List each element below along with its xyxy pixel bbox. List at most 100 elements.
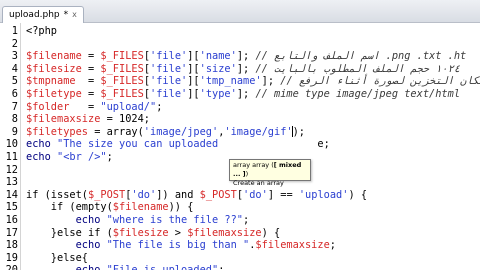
code-line[interactable]: 10 echo "The size you can uploaded e;	[0, 138, 480, 151]
code-token: 'file'	[150, 75, 188, 88]
code-line[interactable]: 6 $filetype = $_FILES['file']['type']; //…	[0, 88, 480, 101]
code-text: echo "File is uploaded";	[26, 264, 225, 270]
code-line[interactable]: 15 if (empty($filename)) {	[0, 201, 480, 214]
code-line[interactable]: 1 <?php	[0, 25, 480, 38]
code-token: ) {	[261, 226, 281, 239]
code-line[interactable]: 7 $folder = "upload/";	[0, 101, 480, 114]
line-number: 19	[5, 251, 18, 264]
code-token: $filemaxsize	[187, 226, 262, 239]
code-token: 'image/gif'	[224, 125, 293, 138]
code-token: =	[81, 62, 101, 75]
code-token: echo	[26, 138, 57, 151]
code-token: "<br />"	[57, 151, 107, 163]
code-token: $folder	[26, 100, 70, 113]
line-number: 1	[11, 25, 18, 37]
code-line[interactable]: 8 $filemaxsize = 1024;	[0, 113, 480, 126]
code-text: $filetypes = array('image/jpeg','image/g…	[26, 126, 305, 139]
code-line[interactable]: 3 $filename = $_FILES['file']['name']; //…	[0, 50, 480, 63]
tooltip-signature: array array ([ mixed ... ])	[233, 161, 302, 178]
code-token: "File is uploaded"	[107, 264, 219, 270]
code-token: =	[81, 50, 101, 63]
code-hint-tooltip: array array ([ mixed ... ]) Create an ar…	[229, 159, 311, 187]
code-text: if (isset($_POST['do']) and $_POST['do']…	[26, 189, 367, 202]
code-line[interactable]: 17 }else if ($filesize > $filemaxsize) {	[0, 227, 480, 240]
code-text: $folder = "upload/";	[26, 101, 162, 114]
code-line[interactable]: 5 $tmpname = $_FILES['file']['tmp_name'];…	[0, 75, 480, 88]
code-token: if (isset(	[26, 188, 88, 201]
code-token: ][	[187, 50, 200, 63]
code-token: "The file is big than "	[106, 239, 250, 252]
code-text: $tmpname = $_FILES['file']['tmp_name']; …	[26, 75, 480, 88]
code-line[interactable]: 19 }else{	[0, 252, 480, 265]
code-token: ];	[236, 88, 256, 100]
code-text: echo "The file is big than ".$filemaxsiz…	[26, 239, 336, 252]
line-number: 3	[11, 50, 18, 63]
code-token: }else{	[26, 251, 88, 264]
code-token: ]) and	[156, 188, 200, 201]
tab-upload-php[interactable]: upload.php * x	[2, 6, 84, 23]
code-token: $filemaxsize	[26, 113, 101, 126]
code-line[interactable]: 9 $filetypes = array('image/jpeg','image/…	[0, 126, 480, 139]
line-number: 7	[11, 100, 18, 113]
line-number: 6	[11, 88, 18, 100]
code-token: ][	[187, 75, 200, 88]
code-token: $tmpname	[26, 75, 76, 88]
code-token: echo	[26, 151, 57, 163]
line-number: 16	[5, 214, 18, 226]
code-text: echo "where is the file ??";	[26, 214, 250, 227]
line-number: 13	[5, 176, 18, 189]
code-token: >	[168, 226, 188, 239]
code-token: 'file'	[150, 50, 188, 63]
code-token: $filemaxsize	[255, 239, 330, 252]
code-token: "where is the file ??"	[106, 214, 243, 226]
code-token: }else if (	[26, 226, 113, 239]
code-token: 'upload'	[298, 188, 349, 201]
code-editor[interactable]: 1 <?php 2 3 $filename = $_FILES['file']['nam…	[0, 23, 480, 270]
code-token: =	[75, 75, 101, 88]
code-line[interactable]: 4 $filesize = $_FILES['file']['size']; //…	[0, 63, 480, 76]
code-text: $filemaxsize = 1024;	[26, 113, 150, 126]
code-token: ;	[218, 264, 224, 270]
code-text: $filename = $_FILES['file']['name']; // …	[26, 50, 466, 63]
code-line[interactable]: 2	[0, 38, 480, 51]
code-token: 'image/jpeg'	[143, 125, 219, 138]
code-text: echo "The size you can uploaded e;	[26, 138, 330, 151]
close-icon[interactable]: x	[72, 7, 77, 23]
code-token: 'file'	[150, 62, 188, 75]
code-token: = array(	[88, 125, 144, 138]
code-token: ][	[187, 62, 200, 75]
code-text: <?php	[26, 25, 57, 38]
code-token: $filetypes	[26, 125, 88, 138]
code-token: 'file'	[150, 88, 188, 100]
code-text: $filetype = $_FILES['file']['type']; // …	[26, 88, 460, 101]
code-token: );	[292, 125, 306, 138]
line-number: 18	[5, 239, 18, 252]
code-line[interactable]: 18 echo "The file is big than ".$filemax…	[0, 239, 480, 252]
code-text: echo "<br />";	[26, 151, 113, 164]
code-token: $filename	[26, 50, 82, 63]
code-line[interactable]: 14 if (isset($_POST['do']) and $_POST['do…	[0, 189, 480, 202]
code-token: $_FILES	[100, 75, 144, 88]
line-number: 2	[11, 37, 18, 50]
code-token: ;	[242, 214, 250, 226]
code-token: $_FILES	[100, 62, 144, 75]
code-token: echo	[26, 264, 107, 270]
code-token: 'type'	[199, 88, 237, 100]
code-token: ) {	[348, 188, 368, 201]
code-token: ;	[156, 100, 163, 113]
line-number: 15	[5, 201, 18, 214]
line-number: 5	[11, 75, 18, 88]
code-token: $_POST	[88, 188, 126, 201]
code-token: $_FILES	[100, 50, 144, 63]
code-token: ];	[261, 75, 281, 88]
code-token: $_POST	[199, 188, 237, 201]
code-token: ];	[236, 62, 256, 75]
code-line[interactable]: 20 echo "File is uploaded";	[0, 264, 480, 270]
code-token: echo	[26, 214, 107, 226]
line-number: 11	[5, 151, 18, 163]
code-text: }else if ($filesize > $filemaxsize) {	[26, 227, 280, 240]
code-token: ] ==	[267, 188, 299, 201]
code-token: 'do'	[131, 188, 157, 201]
code-line[interactable]: 16 echo "where is the file ??";	[0, 214, 480, 227]
